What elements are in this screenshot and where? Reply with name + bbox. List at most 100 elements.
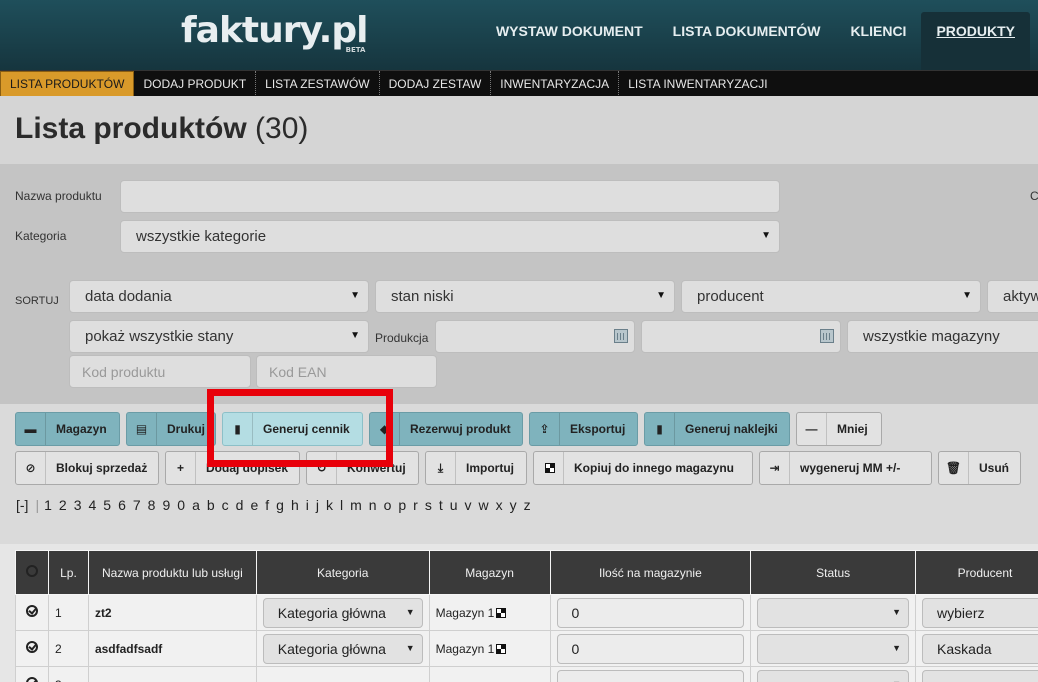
- product-code-input[interactable]: Kod produktu: [69, 355, 251, 388]
- subnav-lista-inwentaryzacji[interactable]: LISTA INWENTARYZACJI: [619, 71, 776, 97]
- letter-filter-item[interactable]: l: [340, 497, 343, 513]
- letter-filter-item[interactable]: h: [291, 497, 299, 513]
- calendar-icon[interactable]: [820, 329, 834, 343]
- letter-filter-item[interactable]: 8: [148, 497, 156, 513]
- column-header-warehouse[interactable]: Magazyn: [428, 550, 551, 595]
- letter-filter-item[interactable]: u: [450, 497, 458, 513]
- sort-select-4[interactable]: aktyw: [987, 280, 1038, 313]
- letter-filter-item[interactable]: y: [510, 497, 517, 513]
- letter-filter-item[interactable]: k: [326, 497, 333, 513]
- row-product-name[interactable]: asdfadfsadf: [87, 630, 257, 667]
- stock-select[interactable]: pokaż wszystkie stany ▼: [69, 320, 369, 353]
- letter-filter-item[interactable]: w: [479, 497, 489, 513]
- category-select[interactable]: wszystkie kategorie ▼: [120, 220, 780, 253]
- letter-filter-item[interactable]: 9: [162, 497, 170, 513]
- column-header-lp[interactable]: Lp.: [47, 550, 89, 595]
- select-all-header[interactable]: [15, 550, 49, 595]
- letter-filter-item[interactable]: e: [250, 497, 258, 513]
- importuj-button[interactable]: ⤓ Importuj: [425, 451, 527, 485]
- usun-button[interactable]: 🗑 Usuń: [938, 451, 1021, 485]
- letter-filter-item[interactable]: z: [524, 497, 531, 513]
- wygeneruj-mm-button[interactable]: ⇥ wygeneruj MM +/-: [759, 451, 932, 485]
- column-header-status[interactable]: Status: [750, 550, 917, 595]
- letter-filter-item[interactable]: d: [236, 497, 244, 513]
- dodaj-dopisek-button[interactable]: + Dodaj dopisek: [165, 451, 300, 485]
- table-row[interactable]: 1 zt2 Kategoria główna ▼ Magazyn 1 0 ▼ wybierz: [15, 594, 1038, 631]
- letter-filter-item[interactable]: 1: [44, 497, 52, 513]
- row-producer-select[interactable]: [922, 669, 1038, 682]
- warehouse-select[interactable]: wszystkie magazyny: [847, 320, 1038, 353]
- row-quantity-input[interactable]: 0: [556, 597, 745, 628]
- nav-klienci[interactable]: KLIENCI: [835, 0, 921, 70]
- blokuj-sprzedaz-button[interactable]: ⊘ Blokuj sprzedaż: [15, 451, 159, 485]
- checker-icon[interactable]: [496, 608, 507, 619]
- subnav-inwentaryzacja[interactable]: INWENTARYZACJA: [491, 70, 620, 97]
- letter-filter-item[interactable]: m: [350, 497, 362, 513]
- letter-filter-item[interactable]: x: [496, 497, 503, 513]
- mniej-button[interactable]: — Mniej: [796, 412, 882, 446]
- ean-code-input[interactable]: Kod EAN: [256, 355, 437, 388]
- eksportuj-button[interactable]: ⇪ Eksportuj: [529, 412, 638, 446]
- drukuj-button[interactable]: ▤ Drukuj: [126, 412, 216, 446]
- letter-filter-item[interactable]: a: [192, 497, 200, 513]
- column-header-name[interactable]: Nazwa produktu lub usługi: [87, 550, 257, 595]
- row-quantity-input[interactable]: [556, 669, 745, 682]
- column-header-quantity[interactable]: Ilość na magazynie: [549, 550, 752, 595]
- subnav-lista-zestawow[interactable]: LISTA ZESTAWÓW: [256, 70, 380, 97]
- row-status-select[interactable]: ▼: [757, 669, 910, 682]
- letter-filter-item[interactable]: t: [439, 497, 443, 513]
- nav-produkty[interactable]: PRODUKTY: [921, 12, 1030, 70]
- row-select[interactable]: [15, 594, 49, 631]
- letter-filter-item[interactable]: 3: [74, 497, 82, 513]
- row-status-select[interactable]: ▼: [757, 633, 910, 664]
- row-quantity-input[interactable]: 0: [556, 633, 745, 664]
- row-select[interactable]: [15, 630, 49, 667]
- letter-filter-item[interactable]: s: [425, 497, 432, 513]
- row-producer-select[interactable]: wybierz: [922, 597, 1038, 628]
- sort-select-3[interactable]: producent ▼: [681, 280, 981, 313]
- letter-filter-item[interactable]: 0: [177, 497, 185, 513]
- logo[interactable]: faktury.pl BETA: [181, 10, 368, 54]
- letter-filter-item[interactable]: 4: [88, 497, 96, 513]
- nav-lista-dokumentow[interactable]: LISTA DOKUMENTÓW: [658, 0, 836, 70]
- letter-filter-item[interactable]: [-]: [16, 497, 28, 513]
- letter-filter-item[interactable]: o: [384, 497, 392, 513]
- letter-filter-item[interactable]: g: [276, 497, 284, 513]
- row-category-select[interactable]: Kategoria główna ▼: [262, 597, 423, 628]
- checker-icon[interactable]: [496, 644, 507, 655]
- column-header-producer[interactable]: Producent: [915, 550, 1038, 595]
- letter-filter-item[interactable]: c: [222, 497, 229, 513]
- letter-filter-item[interactable]: 5: [103, 497, 111, 513]
- letter-filter-item[interactable]: p: [398, 497, 406, 513]
- table-row[interactable]: 3▼: [15, 666, 1038, 682]
- subnav-lista-produktow[interactable]: LISTA PRODUKTÓW: [0, 70, 135, 97]
- subnav-dodaj-zestaw[interactable]: DODAJ ZESTAW: [380, 70, 492, 97]
- letter-filter-item[interactable]: r: [413, 497, 418, 513]
- row-product-name[interactable]: zt2: [87, 594, 257, 631]
- rezerwuj-produkt-button[interactable]: ◆ Rezerwuj produkt: [369, 412, 523, 446]
- letter-filter-item[interactable]: i: [306, 497, 309, 513]
- row-select[interactable]: [15, 666, 49, 682]
- subnav-dodaj-produkt[interactable]: DODAJ PRODUKT: [134, 70, 257, 97]
- date-from-input[interactable]: [435, 320, 635, 353]
- generuj-cennik-button[interactable]: ▮ Generuj cennik: [222, 412, 363, 446]
- sort-select-1[interactable]: data dodania ▼: [69, 280, 369, 313]
- calendar-icon[interactable]: [614, 329, 628, 343]
- letter-filter-item[interactable]: v: [465, 497, 472, 513]
- row-product-name[interactable]: [87, 666, 257, 682]
- letter-filter-item[interactable]: 2: [59, 497, 67, 513]
- product-name-input[interactable]: [120, 180, 780, 213]
- magazyn-button[interactable]: ▬ Magazyn: [15, 412, 120, 446]
- column-header-category[interactable]: Kategoria: [255, 550, 430, 595]
- konwertuj-button[interactable]: ↻ Konwertuj: [306, 451, 419, 485]
- nav-wystaw-dokument[interactable]: WYSTAW DOKUMENT: [481, 0, 658, 70]
- row-status-select[interactable]: ▼: [757, 597, 910, 628]
- row-category-select[interactable]: Kategoria główna ▼: [262, 633, 423, 664]
- letter-filter-item[interactable]: j: [316, 497, 319, 513]
- letter-filter-item[interactable]: f: [265, 497, 269, 513]
- letter-filter-item[interactable]: b: [207, 497, 215, 513]
- letter-filter-item[interactable]: 6: [118, 497, 126, 513]
- kopiuj-do-innego-magazynu-button[interactable]: Kopiuj do innego magazynu: [533, 451, 753, 485]
- letter-filter-item[interactable]: n: [369, 497, 377, 513]
- letter-filter-item[interactable]: 7: [133, 497, 141, 513]
